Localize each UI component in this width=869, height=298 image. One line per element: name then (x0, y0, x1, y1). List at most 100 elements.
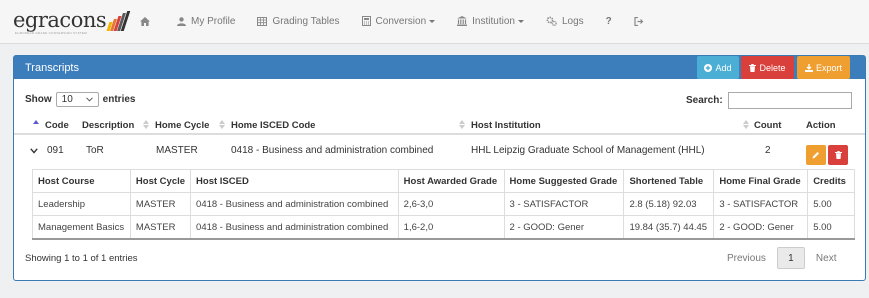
row-count: 2 (765, 145, 771, 156)
detail-cell: 1,6-2,0 (397, 215, 505, 239)
entries-select-value: 10 (61, 94, 73, 105)
table-icon (257, 16, 268, 26)
chevron-down-icon (517, 19, 524, 23)
detail-header-row: Host Course Host Cycle Host ISCED Host A… (32, 169, 855, 193)
brand-bars-icon (106, 11, 131, 31)
detail-cell: Leadership (32, 192, 131, 216)
detail-cell: 5.00 (807, 215, 855, 239)
help-question-label: ? (605, 15, 612, 27)
home-icon (140, 16, 150, 26)
nav-institution[interactable]: Institution (457, 16, 524, 27)
detail-cell: MASTER (129, 192, 192, 216)
detail-col-home-suggested-grade: Home Suggested Grade (503, 169, 625, 193)
nav-sign-out[interactable] (634, 16, 649, 26)
row-host-institution: HHL Leipzig Graduate School of Managemen… (471, 145, 705, 156)
sign-out-icon (634, 16, 644, 26)
entries-select[interactable]: 10 (55, 92, 99, 107)
detail-col-host-awarded-grade: Host Awarded Grade (397, 169, 505, 193)
previous-page-button[interactable]: Previous (716, 247, 777, 269)
sort-asc-icon[interactable] (33, 119, 39, 130)
institution-icon (457, 16, 468, 26)
detail-col-host-course: Host Course (32, 169, 131, 193)
detail-table-divider (32, 238, 855, 240)
search-label: Search: (686, 95, 723, 106)
next-page-button[interactable]: Next (805, 247, 848, 269)
transcripts-panel: Transcripts Add Delete Export Show 10 en… (13, 55, 866, 281)
row-delete-button[interactable] (828, 145, 848, 165)
detail-row: Leadership MASTER 0418 - Business and ad… (32, 192, 855, 216)
detail-cell: 2 - GOOD: Gener (713, 215, 809, 239)
nav-home[interactable] (140, 16, 155, 26)
nav-conversion[interactable]: Conversion (361, 15, 436, 27)
table-header: Code Description Home Cycle Home ISCED C… (14, 117, 865, 135)
edit-button[interactable] (806, 145, 826, 165)
pagination: Previous 1 Next (716, 247, 847, 269)
detail-cell: 2,6-3,0 (397, 192, 505, 216)
delete-button[interactable]: Delete (741, 56, 794, 79)
sort-icon[interactable] (143, 119, 149, 130)
export-button-label: Export (815, 62, 842, 73)
row-home-isced: 0418 - Business and administration combi… (231, 145, 434, 156)
detail-cell: Management Basics (32, 215, 131, 239)
brand-tagline: EUROPEAN GRADE CONVERSION SYSTEM (15, 31, 88, 35)
detail-col-credits: Credits (807, 169, 855, 193)
panel-header: Transcripts Add Delete Export (14, 56, 865, 79)
chevron-down-icon (85, 97, 93, 102)
page-1-button[interactable]: 1 (776, 247, 805, 269)
detail-col-home-final-grade: Home Final Grade (713, 169, 809, 193)
sort-icon[interactable] (743, 119, 749, 130)
detail-cell: 3 - SATISFACTOR (503, 192, 625, 216)
detail-col-host-cycle: Host Cycle (129, 169, 192, 193)
cogs-icon (546, 16, 557, 26)
brand-name: egracons (13, 8, 107, 32)
table-row[interactable]: 091 ToR MASTER 0418 - Business and admin… (14, 138, 865, 165)
col-action: Action (806, 120, 836, 131)
panel-title: Transcripts (25, 62, 79, 74)
row-description: ToR (86, 145, 104, 156)
entries-label: entries (102, 94, 136, 105)
col-description[interactable]: Description (82, 120, 134, 131)
chevron-down-icon (429, 19, 436, 23)
sort-icon[interactable] (459, 119, 465, 130)
plus-circle-icon (704, 63, 713, 72)
detail-col-shortened-table: Shortened Table (623, 169, 715, 193)
detail-cell: 5.00 (807, 192, 855, 216)
top-navbar: egracons EUROPEAN GRADE CONVERSION SYSTE… (0, 0, 869, 44)
detail-cell: 3 - SATISFACTOR (713, 192, 809, 216)
pencil-icon (812, 152, 819, 159)
add-button[interactable]: Add (697, 56, 739, 79)
nav-institution-label: Institution (472, 15, 515, 27)
detail-cell: 2.8 (5.18) 92.03 (623, 192, 715, 216)
col-home-isced[interactable]: Home ISCED Code (231, 120, 315, 131)
nav-help[interactable]: ? (606, 16, 612, 27)
detail-col-host-isced: Host ISCED (190, 169, 399, 193)
nav-my-profile[interactable]: My Profile (177, 16, 235, 27)
delete-button-label: Delete (759, 62, 786, 73)
col-host-institution[interactable]: Host Institution (471, 120, 541, 131)
add-button-label: Add (715, 62, 732, 73)
detail-cell: 19.84 (35.7) 44.45 (623, 215, 715, 239)
col-count[interactable]: Count (754, 120, 781, 131)
col-code[interactable]: Code (45, 120, 69, 131)
user-icon (177, 16, 186, 26)
col-home-cycle[interactable]: Home Cycle (155, 120, 209, 131)
nav-logs-label: Logs (561, 15, 584, 27)
calculator-icon (361, 16, 371, 26)
nav-conversion-label: Conversion (375, 15, 427, 27)
export-button[interactable]: Export (797, 56, 850, 79)
download-icon (804, 63, 813, 72)
nav-logs[interactable]: Logs (546, 16, 584, 27)
detail-cell: 2 - GOOD: Gener (503, 215, 625, 239)
search-input[interactable] (727, 92, 852, 109)
nav-my-profile-label: My Profile (191, 15, 236, 27)
detail-cell: 0418 - Business and administration combi… (190, 215, 399, 239)
detail-cell: 0418 - Business and administration combi… (190, 192, 399, 216)
nav-grading-tables[interactable]: Grading Tables (257, 16, 340, 27)
sort-icon[interactable] (219, 119, 225, 130)
detail-row: Management Basics MASTER 0418 - Business… (32, 215, 855, 239)
chevron-down-icon[interactable] (30, 148, 38, 154)
row-home-cycle: MASTER (156, 145, 198, 156)
brand-logo[interactable]: egracons EUROPEAN GRADE CONVERSION SYSTE… (13, 8, 131, 37)
show-label: Show (25, 94, 52, 105)
table-info: Showing 1 to 1 of 1 entries (25, 253, 138, 264)
